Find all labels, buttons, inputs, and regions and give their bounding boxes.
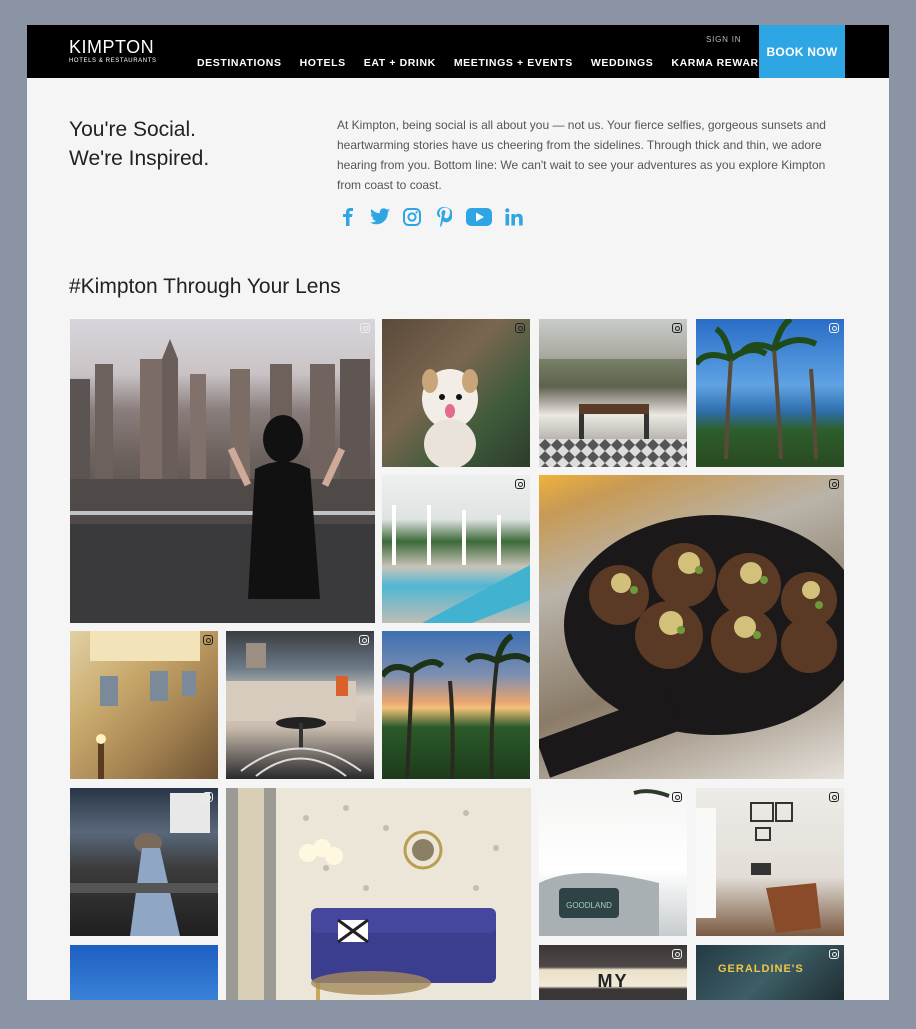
- instagram-badge-icon: [203, 635, 213, 645]
- dog-illustration: [422, 369, 478, 467]
- page: KIMPTON HOTELS & RESTAURANTS SIGN IN DES…: [27, 25, 889, 1000]
- linkedin-icon[interactable]: [503, 206, 525, 228]
- kimpton-logo[interactable]: KIMPTON HOTELS & RESTAURANTS: [69, 38, 157, 65]
- lounge-illustration: [226, 643, 362, 777]
- instagram-badge-icon: [203, 792, 213, 802]
- svg-text:GOODLAND: GOODLAND: [566, 901, 612, 910]
- gallery-tile-restaurant-patio[interactable]: [539, 319, 687, 467]
- gallery-tile-pool-cabanas[interactable]: [382, 475, 530, 623]
- patio-illustration: [539, 359, 687, 467]
- gallery-tile-dog[interactable]: [382, 319, 530, 467]
- gallery-tile-room-chair[interactable]: [696, 788, 844, 936]
- facebook-icon[interactable]: [337, 206, 359, 228]
- youtube-icon[interactable]: [465, 206, 493, 228]
- gallery-title: #Kimpton Through Your Lens: [69, 275, 341, 298]
- top-navigation-bar: KIMPTON HOTELS & RESTAURANTS SIGN IN DES…: [27, 25, 889, 78]
- marquee-text: MY: [597, 971, 629, 991]
- instagram-badge-icon: [829, 949, 839, 959]
- nav-meetings-events[interactable]: MEETINGS + EVENTS: [454, 57, 573, 69]
- sofa-illustration: [226, 788, 499, 1000]
- airstream-illustration: GOODLAND: [539, 789, 670, 936]
- nav-hotels[interactable]: HOTELS: [300, 57, 346, 69]
- city-skyline-illustration: [70, 339, 375, 623]
- neon-sign-text: GERALDINE'S: [718, 963, 804, 975]
- gallery-tile-sunset-palms[interactable]: [382, 631, 530, 779]
- instagram-badge-icon: [672, 949, 682, 959]
- instagram-badge-icon: [672, 323, 682, 333]
- instagram-badge-icon: [829, 323, 839, 333]
- instagram-badge-icon: [359, 635, 369, 645]
- intro-headline: You're Social. We're Inspired.: [69, 115, 209, 173]
- feet-illustration: [70, 793, 218, 936]
- gallery-tile-geraldines[interactable]: GERALDINE'S: [696, 945, 844, 1000]
- pinterest-icon[interactable]: [433, 206, 455, 228]
- instagram-badge-icon: [515, 323, 525, 333]
- sunset-palm-illustration: [382, 633, 530, 779]
- social-links: [337, 206, 525, 228]
- logo-tagline: HOTELS & RESTAURANTS: [69, 58, 157, 64]
- instagram-icon[interactable]: [401, 206, 423, 228]
- headline-line-1: You're Social.: [69, 118, 196, 141]
- gallery-tile-blue-sofa[interactable]: [226, 788, 531, 1000]
- gallery-tile-blue-sky[interactable]: [70, 945, 218, 1000]
- ceiling-illustration: [90, 631, 200, 779]
- intro-paragraph: At Kimpton, being social is all about yo…: [337, 118, 826, 192]
- gallery-tile-marquee[interactable]: MY: [539, 945, 687, 1000]
- nav-destinations[interactable]: DESTINATIONS: [197, 57, 282, 69]
- main-nav: DESTINATIONS HOTELS EAT + DRINK MEETINGS…: [197, 57, 792, 69]
- gallery-tile-airstream[interactable]: GOODLAND: [539, 788, 687, 936]
- instagram-badge-icon: [515, 479, 525, 489]
- gallery-tile-palm-trees[interactable]: [696, 319, 844, 467]
- gallery-tile-city-feet[interactable]: [70, 788, 218, 936]
- twitter-icon[interactable]: [369, 206, 391, 228]
- skillet-illustration: [539, 515, 844, 778]
- instagram-badge-icon: [360, 323, 370, 333]
- gallery-tile-city-skyline[interactable]: [70, 319, 375, 623]
- gallery-tile-lounge[interactable]: [226, 631, 374, 779]
- nav-eat-drink[interactable]: EAT + DRINK: [364, 57, 436, 69]
- book-now-button[interactable]: BOOK NOW: [759, 25, 845, 78]
- instagram-badge-icon: [829, 479, 839, 489]
- nav-weddings[interactable]: WEDDINGS: [591, 57, 654, 69]
- room-illustration: [696, 802, 821, 933]
- headline-line-2: We're Inspired.: [69, 147, 210, 170]
- gallery-tile-skillet-meatballs[interactable]: [539, 475, 844, 779]
- pool-illustration: [392, 505, 530, 623]
- palm-illustration: [696, 319, 818, 460]
- logo-wordmark: KIMPTON: [69, 37, 155, 57]
- instagram-badge-icon: [672, 792, 682, 802]
- sign-in-link[interactable]: SIGN IN: [706, 35, 741, 44]
- instagram-badge-icon: [829, 792, 839, 802]
- gallery-tile-ornate-ceiling[interactable]: [70, 631, 218, 779]
